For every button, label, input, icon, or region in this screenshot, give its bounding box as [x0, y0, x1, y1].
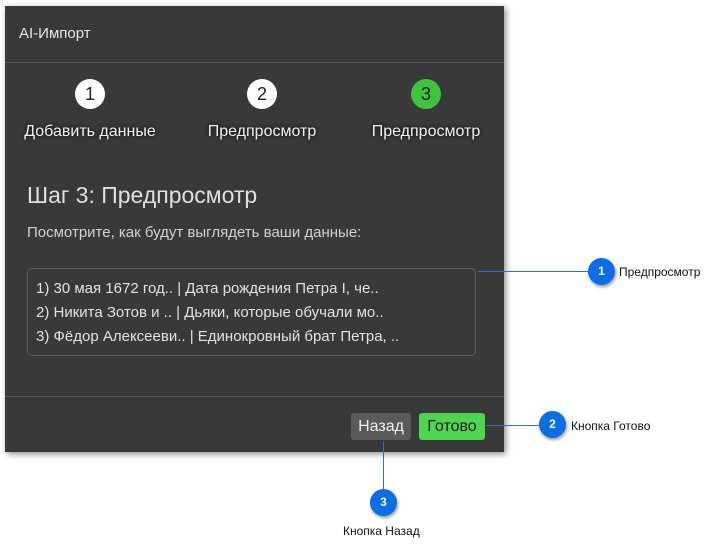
step-2-number: 2 [247, 79, 277, 109]
ai-import-dialog: AI-Импорт 1 Добавить данные 2 Предпросмо… [5, 6, 504, 452]
callout-1-marker: 1 [588, 258, 615, 285]
callout-1-label: Предпросмотр [619, 265, 701, 279]
step-1: 1 Добавить данные [0, 79, 180, 141]
step-3: 3 Предпросмотр [336, 79, 516, 141]
callout-2-label: Кнопка Готово [571, 419, 651, 433]
step-3-label: Предпросмотр [371, 123, 481, 140]
step-3-number: 3 [411, 79, 441, 109]
step-1-number: 1 [75, 79, 105, 109]
preview-row: 1) 30 мая 1672 год.. | Дата рождения Пет… [36, 280, 379, 297]
step-2: 2 Предпросмотр [172, 79, 352, 141]
callout-3-label: Кнопка Назад [343, 524, 420, 538]
step-description: Посмотрите, как будут выглядеть ваши дан… [27, 224, 362, 241]
step-1-label: Добавить данные [24, 123, 156, 140]
step-2-label: Предпросмотр [207, 123, 317, 140]
callout-3-line [383, 441, 384, 491]
done-button[interactable]: Готово [419, 413, 485, 440]
step-heading: Шаг 3: Предпросмотр [27, 182, 258, 208]
footer-divider [5, 396, 504, 397]
callout-2-line [486, 425, 541, 426]
preview-row: 2) Никита Зотов и .. | Дьяки, которые об… [36, 304, 384, 321]
dialog-titlebar: AI-Импорт [5, 6, 504, 63]
preview-row: 3) Фёдор Алексееви.. | Единокровный брат… [36, 328, 400, 345]
callout-3-marker: 3 [370, 489, 397, 516]
callout-2-marker: 2 [539, 411, 566, 438]
preview-box[interactable]: 1) 30 мая 1672 год.. | Дата рождения Пет… [27, 268, 476, 356]
callout-1-line [478, 271, 590, 272]
dialog-title: AI-Импорт [19, 25, 91, 42]
back-button[interactable]: Назад [351, 413, 411, 440]
